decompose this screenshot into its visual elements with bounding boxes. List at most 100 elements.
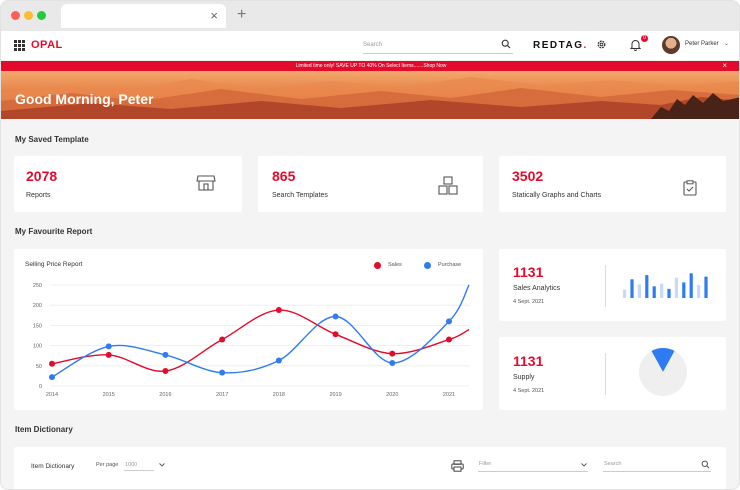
maximize-window-button[interactable] xyxy=(37,11,46,20)
y-tick-label: 200 xyxy=(33,303,42,309)
data-point-sales[interactable] xyxy=(105,351,112,358)
search-templates-count: 865 xyxy=(272,168,296,184)
y-tick-label: 250 xyxy=(33,283,42,289)
chevron-down-icon xyxy=(581,463,587,467)
sales-analytics-value: 1131 xyxy=(513,264,544,280)
item-dictionary-section-title: Item Dictionary xyxy=(15,425,73,434)
header-search-placeholder: Search xyxy=(363,42,383,48)
item-search-input[interactable]: Search xyxy=(603,458,711,472)
analytics-bar xyxy=(682,282,686,298)
filter-placeholder: Filter xyxy=(479,461,492,467)
tab-close-icon[interactable]: × xyxy=(210,8,218,23)
per-page-value: 1000 xyxy=(125,462,138,468)
data-point-sales[interactable] xyxy=(219,336,226,343)
y-tick-label: 100 xyxy=(33,344,42,350)
browser-tab[interactable]: × xyxy=(61,4,226,28)
data-point-sales[interactable] xyxy=(446,336,452,343)
close-window-button[interactable] xyxy=(11,11,20,20)
item-dictionary-toolbar-title: Item Dictionary xyxy=(31,463,75,470)
analytics-bar xyxy=(689,273,693,298)
sales-analytics-label: Sales Analytics xyxy=(513,285,561,292)
data-point-purchase[interactable] xyxy=(275,357,282,364)
search-icon[interactable] xyxy=(701,460,710,469)
sales-analytics-date: 4 Sept. 2021 xyxy=(513,299,545,305)
data-point-purchase[interactable] xyxy=(446,318,452,325)
apps-grid-icon[interactable] xyxy=(14,40,25,51)
search-templates-label: Search Templates xyxy=(272,192,328,199)
search-icon[interactable] xyxy=(501,39,511,49)
data-point-sales[interactable] xyxy=(332,331,339,338)
data-point-sales[interactable] xyxy=(275,307,282,314)
chevron-down-icon xyxy=(159,463,165,467)
data-point-purchase[interactable] xyxy=(332,313,339,320)
minimize-window-button[interactable] xyxy=(24,11,33,20)
supply-date: 4 Sept. 2021 xyxy=(513,388,545,394)
analytics-bar xyxy=(652,286,656,298)
printer-icon[interactable] xyxy=(451,460,464,472)
x-tick-label: 2019 xyxy=(329,392,341,398)
selling-price-report-card[interactable]: Selling Price Report Sales Purchase 0 50 1… xyxy=(14,249,483,410)
user-name[interactable]: Peter Parker xyxy=(685,41,719,47)
graphs-charts-card[interactable]: 3502 Statically Graphs and Charts xyxy=(499,156,726,212)
search-templates-card[interactable]: 865 Search Templates xyxy=(258,156,483,212)
notification-bell-icon[interactable] xyxy=(630,39,641,51)
sales-analytics-card[interactable]: 1131 Sales Analytics 4 Sept. 2021 xyxy=(499,249,726,321)
data-point-sales[interactable] xyxy=(49,360,55,367)
selling-price-line-chart: 0 50 100 150 200 250 2014 2015 2016 2017 2018 2019 2… xyxy=(33,283,470,398)
x-tick-label: 2021 xyxy=(443,392,455,398)
browser-bar: × + xyxy=(1,1,739,31)
saved-template-title: My Saved Template xyxy=(15,135,89,144)
hero-banner: Good Morning, Peter xyxy=(1,71,739,119)
data-point-sales[interactable] xyxy=(389,350,396,357)
series-line-purchase xyxy=(51,284,470,378)
user-menu-chevron-down-icon[interactable]: ⌄ xyxy=(724,40,729,47)
y-tick-label: 50 xyxy=(36,364,42,370)
promo-close-icon[interactable]: × xyxy=(722,61,727,71)
brand-text: REDTAG xyxy=(533,40,584,51)
analytics-bar xyxy=(697,285,701,298)
graphs-charts-label: Statically Graphs and Charts xyxy=(512,192,602,199)
settings-gear-icon[interactable] xyxy=(596,39,607,50)
series-line-sales xyxy=(51,309,470,372)
reports-label: Reports xyxy=(26,192,51,199)
x-tick-label: 2017 xyxy=(216,392,228,398)
x-tick-label: 2018 xyxy=(273,392,285,398)
user-avatar[interactable] xyxy=(662,36,680,54)
new-tab-icon[interactable]: + xyxy=(237,6,246,24)
favourite-report-title: My Favourite Report xyxy=(15,227,93,236)
clipboard-check-icon xyxy=(683,180,697,196)
data-point-purchase[interactable] xyxy=(162,351,169,358)
app-logo[interactable]: OPAL xyxy=(31,39,63,51)
promo-banner[interactable]: Limited time only! SAVE UP TO 40% On Sel… xyxy=(1,61,739,71)
analytics-bar xyxy=(637,284,641,298)
analytics-bar xyxy=(660,283,664,298)
item-dictionary-card: Item Dictionary Per page 1000 Filter Sea… xyxy=(14,447,726,489)
reports-card[interactable]: 2078 Reports xyxy=(14,156,242,212)
promo-text: Limited time only! SAVE UP TO 40% On Sel… xyxy=(295,63,447,69)
analytics-bar xyxy=(667,288,671,298)
sales-analytics-bar-chart xyxy=(623,273,708,298)
analytics-bar xyxy=(674,277,678,298)
data-point-purchase[interactable] xyxy=(219,369,226,376)
x-tick-label: 2015 xyxy=(103,392,115,398)
graphs-charts-count: 3502 xyxy=(512,168,544,184)
reports-count: 2078 xyxy=(26,168,58,184)
x-tick-label: 2020 xyxy=(386,392,398,398)
analytics-bar xyxy=(645,275,649,298)
header-search-input[interactable]: Search xyxy=(363,39,513,54)
notification-badge: 0 xyxy=(641,35,648,42)
filter-select[interactable]: Filter xyxy=(478,458,588,472)
data-point-purchase[interactable] xyxy=(49,374,55,381)
data-point-sales[interactable] xyxy=(162,368,169,375)
store-icon xyxy=(196,175,216,191)
supply-card[interactable]: 1131 Supply 4 Sept. 2021 xyxy=(499,337,726,410)
per-page-select[interactable]: 1000 xyxy=(124,459,165,471)
analytics-bar xyxy=(623,289,627,298)
app-window: × + OPAL Search REDTAG. 0 Peter Parker ⌄ xyxy=(0,0,740,490)
brand-logo: REDTAG. xyxy=(533,40,588,51)
boxes-icon xyxy=(438,176,458,195)
y-tick-label: 0 xyxy=(39,384,42,390)
supply-value: 1131 xyxy=(513,353,544,369)
data-point-purchase[interactable] xyxy=(105,343,112,350)
data-point-purchase[interactable] xyxy=(389,359,396,366)
